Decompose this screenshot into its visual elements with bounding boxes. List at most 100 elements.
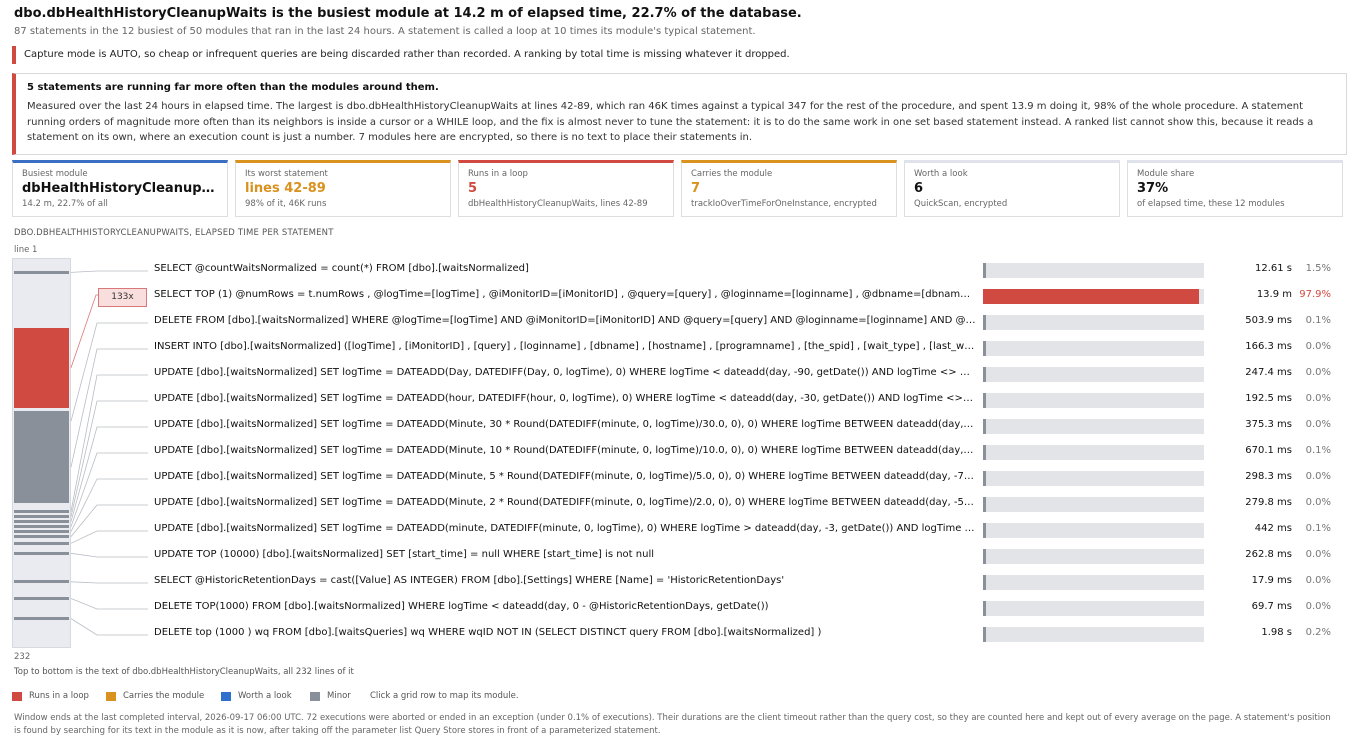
statement-row[interactable]: DELETE TOP(1000) FROM [dbo].[waitsNormal… <box>150 596 1345 622</box>
elapsed-share: 0.0% <box>1305 601 1331 612</box>
elapsed-share: 0.2% <box>1305 627 1331 638</box>
elapsed-bar <box>983 549 1204 564</box>
module-minimap[interactable] <box>12 258 71 648</box>
statement-text: SELECT @countWaitsNormalized = count(*) … <box>154 263 529 274</box>
elapsed-share: 0.0% <box>1305 393 1331 404</box>
card-subtext: 98% of it, 46K runs <box>245 199 327 209</box>
elapsed-bar <box>983 497 1204 512</box>
minimap-segment[interactable] <box>14 270 69 275</box>
statement-text: UPDATE [dbo].[waitsNormalized] SET logTi… <box>154 393 976 404</box>
connector-line <box>70 478 148 532</box>
minimap-segment[interactable] <box>14 519 69 524</box>
statement-row[interactable]: UPDATE [dbo].[waitsNormalized] SET logTi… <box>150 466 1345 492</box>
elapsed-bar-fill <box>983 601 986 616</box>
minimap-segment[interactable] <box>14 411 69 432</box>
card-subtext: of elapsed time, these 12 modules <box>1137 199 1285 209</box>
minimap-segment[interactable] <box>14 514 69 519</box>
connector-line <box>70 598 148 610</box>
elapsed-bar-fill <box>983 471 986 486</box>
card-label: Busiest module <box>22 169 88 179</box>
card-label: Worth a look <box>914 169 968 179</box>
elapsed-bar-fill <box>983 419 986 434</box>
summary-card[interactable]: Worth a look 6 QuickScan, encrypted <box>904 160 1120 217</box>
statement-row[interactable]: DELETE top (1000 ) wq FROM [dbo].[waitsQ… <box>150 622 1345 648</box>
minimap-caption: Top to bottom is the text of dbo.dbHealt… <box>14 667 354 677</box>
elapsed-bar <box>983 367 1204 382</box>
statement-text: UPDATE [dbo].[waitsNormalized] SET logTi… <box>154 497 976 508</box>
elapsed-time: 17.9 ms <box>1251 575 1292 586</box>
statement-text: UPDATE [dbo].[waitsNormalized] SET logTi… <box>154 419 976 430</box>
statement-row[interactable]: SELECT @countWaitsNormalized = count(*) … <box>150 258 1345 284</box>
legend-swatch <box>106 692 116 701</box>
card-value: dbHealthHistoryCleanupWaits <box>22 181 222 196</box>
legend-label: Minor <box>327 691 351 701</box>
minimap-segment[interactable] <box>14 431 69 504</box>
minimap-segment[interactable] <box>14 580 69 584</box>
statement-row[interactable]: UPDATE [dbo].[waitsNormalized] SET logTi… <box>150 518 1345 544</box>
connector-line <box>70 270 148 273</box>
summary-card[interactable]: Carries the module 7 trackIoOverTimeForOne… <box>681 160 897 217</box>
statement-row[interactable]: SELECT TOP (1) @numRows = t.numRows , @l… <box>150 284 1345 310</box>
minimap-segment[interactable] <box>14 529 69 534</box>
elapsed-bar <box>983 471 1204 486</box>
elapsed-time: 442 ms <box>1254 523 1292 534</box>
statement-row[interactable]: UPDATE [dbo].[waitsNormalized] SET logTi… <box>150 362 1345 388</box>
elapsed-share: 0.1% <box>1305 523 1331 534</box>
summary-card[interactable]: Busiest module dbHealthHistoryCleanupWait… <box>12 160 228 217</box>
elapsed-share: 0.0% <box>1305 341 1331 352</box>
statement-text: SELECT @HistoricRetentionDays = cast([Va… <box>154 575 785 586</box>
minimap-segment[interactable] <box>14 534 69 539</box>
elapsed-share: 0.0% <box>1305 367 1331 378</box>
statement-row[interactable]: DELETE FROM [dbo].[waitsNormalized] WHER… <box>150 310 1345 336</box>
minimap-segment[interactable] <box>14 327 69 408</box>
elapsed-bar <box>983 341 1204 356</box>
minimap-segment[interactable] <box>14 541 69 545</box>
page-subtitle: 87 statements in the 12 busiest of 50 mo… <box>14 26 756 37</box>
summary-card[interactable]: Module share 37% of elapsed time, these 12… <box>1127 160 1343 217</box>
elapsed-share: 97.9% <box>1299 289 1331 300</box>
minimap-segment[interactable] <box>14 596 69 601</box>
elapsed-bar-fill <box>983 315 986 330</box>
statement-row[interactable]: UPDATE [dbo].[waitsNormalized] SET logTi… <box>150 388 1345 414</box>
statement-row[interactable]: UPDATE [dbo].[waitsNormalized] SET logTi… <box>150 440 1345 466</box>
elapsed-time: 247.4 ms <box>1245 367 1292 378</box>
summary-card[interactable]: Its worst statement lines 42-89 98% of it,… <box>235 160 451 217</box>
elapsed-time: 670.1 ms <box>1245 445 1292 456</box>
legend-swatch <box>310 692 320 701</box>
statement-row[interactable]: UPDATE TOP (10000) [dbo].[waitsNormalize… <box>150 544 1345 570</box>
elapsed-time: 298.3 ms <box>1245 471 1292 482</box>
legend-label: Runs in a loop <box>29 691 89 701</box>
statement-text: DELETE TOP(1000) FROM [dbo].[waitsNormal… <box>154 601 769 612</box>
minimap-segment[interactable] <box>14 551 69 556</box>
card-value: 6 <box>914 181 924 196</box>
elapsed-bar <box>983 393 1204 408</box>
summary-card[interactable]: Runs in a loop 5 dbHealthHistoryCleanupWai… <box>458 160 674 217</box>
statement-row[interactable]: UPDATE [dbo].[waitsNormalized] SET logTi… <box>150 492 1345 518</box>
card-subtext: QuickScan, encrypted <box>914 199 1008 209</box>
statement-text: DELETE top (1000 ) wq FROM [dbo].[waitsQ… <box>154 627 822 638</box>
card-label: Carries the module <box>691 169 773 179</box>
card-label: Its worst statement <box>245 169 328 179</box>
capture-mode-notice: Capture mode is AUTO, so cheap or infreq… <box>12 46 1347 64</box>
minimap-bottom-label: 232 <box>14 652 31 662</box>
card-value: 5 <box>468 181 478 196</box>
elapsed-bar-fill <box>983 497 986 512</box>
statement-text: UPDATE [dbo].[waitsNormalized] SET logTi… <box>154 367 976 378</box>
minimap-segment[interactable] <box>14 509 69 514</box>
connector-line <box>70 452 148 527</box>
loop-multiplier-badge: 133x <box>98 288 147 307</box>
elapsed-time: 166.3 ms <box>1245 341 1292 352</box>
minimap-segment[interactable] <box>14 524 69 529</box>
statement-text: INSERT INTO [dbo].[waitsNormalized] ([lo… <box>154 341 976 352</box>
card-subtext: 14.2 m, 22.7% of all <box>22 199 108 209</box>
connector-line <box>70 552 148 558</box>
statement-row[interactable]: SELECT @HistoricRetentionDays = cast([Va… <box>150 570 1345 596</box>
elapsed-bar-fill <box>983 341 986 356</box>
legend-swatch <box>221 692 231 701</box>
elapsed-bar-fill <box>983 289 1199 304</box>
loop-alert: 5 statements are running far more often … <box>12 73 1347 155</box>
card-subtext: trackIoOverTimeForOneInstance, encrypted <box>691 199 877 209</box>
statement-row[interactable]: INSERT INTO [dbo].[waitsNormalized] ([lo… <box>150 336 1345 362</box>
minimap-segment[interactable] <box>14 616 69 621</box>
statement-row[interactable]: UPDATE [dbo].[waitsNormalized] SET logTi… <box>150 414 1345 440</box>
